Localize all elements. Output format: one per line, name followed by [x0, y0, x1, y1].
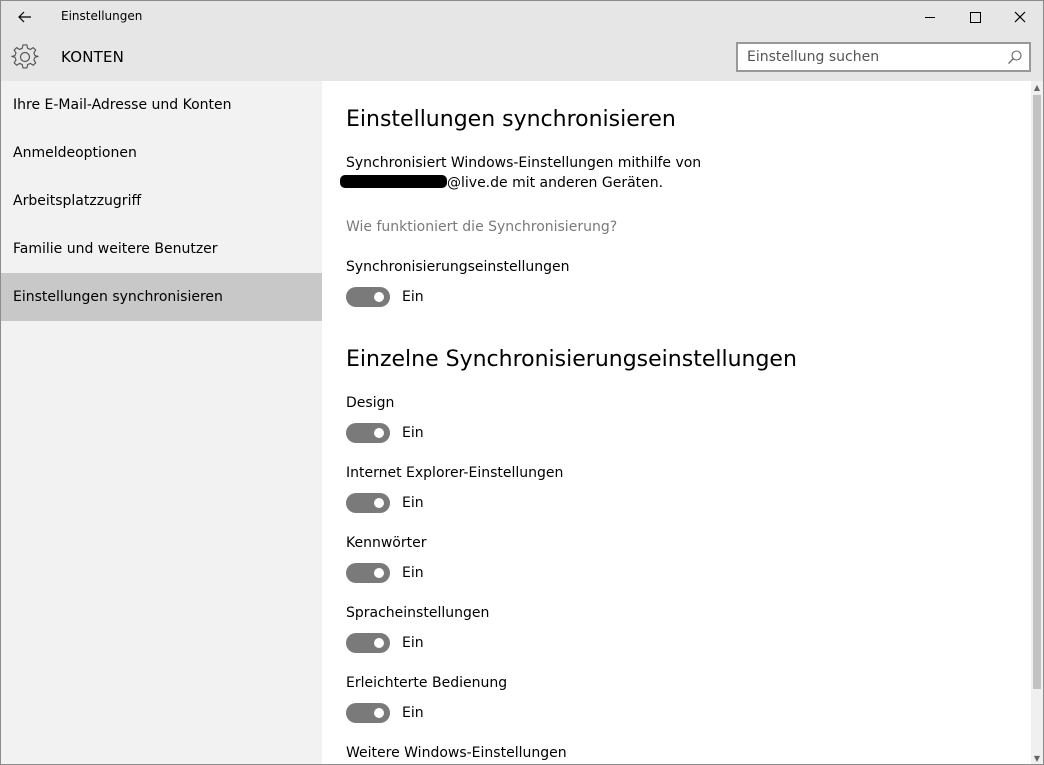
- design-toggle[interactable]: [346, 423, 390, 443]
- close-button[interactable]: [997, 1, 1043, 33]
- settings-header: KONTEN: [1, 33, 1043, 81]
- scroll-thumb[interactable]: [1033, 95, 1041, 689]
- language-settings-state: Ein: [402, 635, 424, 651]
- gear-icon: [11, 44, 39, 69]
- toggle-knob: [374, 428, 384, 438]
- sync-settings-state: Ein: [402, 289, 424, 305]
- ie-settings-toggle[interactable]: [346, 493, 390, 513]
- passwords-state: Ein: [402, 565, 424, 581]
- main-content: Einstellungen synchronisieren Synchronis…: [322, 81, 1031, 764]
- maximize-button[interactable]: [952, 1, 998, 33]
- ie-settings-label: Internet Explorer-Einstellungen: [346, 465, 564, 481]
- sidebar-item-sync-settings[interactable]: Einstellungen synchronisieren: [1, 273, 322, 321]
- search-icon[interactable]: [1007, 49, 1023, 65]
- ease-of-access-toggle-row: Ein: [346, 703, 424, 723]
- language-settings-toggle-row: Ein: [346, 633, 424, 653]
- ease-of-access-toggle[interactable]: [346, 703, 390, 723]
- settings-window: Einstellungen KONTEN Einstellung suchen …: [0, 0, 1044, 765]
- more-windows-settings-label: Weitere Windows-Einstellungen: [346, 745, 567, 761]
- individual-heading: Einzelne Synchronisierungseinstellungen: [346, 347, 797, 372]
- search-input[interactable]: [747, 44, 997, 70]
- back-button[interactable]: [5, 1, 45, 33]
- language-settings-label: Spracheinstellungen: [346, 605, 490, 621]
- redacted-email: [340, 175, 447, 188]
- title-bar: Einstellungen: [1, 1, 1043, 33]
- minimize-button[interactable]: [907, 1, 953, 33]
- passwords-label: Kennwörter: [346, 535, 427, 551]
- minimize-icon: [925, 16, 935, 18]
- sync-settings-label: Synchronisierungseinstellungen: [346, 259, 570, 275]
- sync-settings-toggle[interactable]: [346, 287, 390, 307]
- toggle-knob: [374, 292, 384, 302]
- passwords-toggle[interactable]: [346, 563, 390, 583]
- design-label: Design: [346, 395, 395, 411]
- toggle-knob: [374, 568, 384, 578]
- scroll-down-icon[interactable]: ▼: [1031, 752, 1043, 764]
- toggle-knob: [374, 638, 384, 648]
- description-line-2: @live.de mit anderen Geräten.: [340, 175, 664, 191]
- ease-of-access-state: Ein: [402, 705, 424, 721]
- sidebar-item-email-accounts[interactable]: Ihre E-Mail-Adresse und Konten: [1, 81, 322, 129]
- ease-of-access-label: Erleichterte Bedienung: [346, 675, 508, 691]
- close-icon: [1014, 11, 1026, 23]
- scroll-up-icon[interactable]: ▲: [1031, 81, 1043, 93]
- design-toggle-row: Ein: [346, 423, 424, 443]
- toggle-knob: [374, 708, 384, 718]
- maximize-icon: [969, 11, 981, 23]
- sidebar-item-sign-in-options[interactable]: Anmeldeoptionen: [1, 129, 322, 177]
- help-link[interactable]: Wie funktioniert die Synchronisierung?: [346, 219, 617, 235]
- sidebar-item-work-access[interactable]: Arbeitsplatzzugriff: [1, 177, 322, 225]
- window-title: Einstellungen: [61, 9, 143, 23]
- arrow-left-icon: [18, 11, 31, 23]
- language-settings-toggle[interactable]: [346, 633, 390, 653]
- passwords-toggle-row: Ein: [346, 563, 424, 583]
- sync-settings-toggle-row: Ein: [346, 287, 424, 307]
- ie-settings-state: Ein: [402, 495, 424, 511]
- toggle-knob: [374, 498, 384, 508]
- page-title: KONTEN: [61, 48, 125, 66]
- search-box[interactable]: [736, 42, 1031, 72]
- ie-settings-toggle-row: Ein: [346, 493, 424, 513]
- sidebar: Ihre E-Mail-Adresse und Konten Anmeldeop…: [1, 81, 322, 764]
- vertical-scrollbar[interactable]: ▲ ▼: [1031, 81, 1043, 764]
- sidebar-item-family-users[interactable]: Familie und weitere Benutzer: [1, 225, 322, 273]
- design-state: Ein: [402, 425, 424, 441]
- description-line-1: Synchronisiert Windows-Einstellungen mit…: [346, 155, 702, 171]
- description-email-suffix: @live.de mit anderen Geräten.: [447, 175, 664, 191]
- section-heading: Einstellungen synchronisieren: [346, 107, 676, 132]
